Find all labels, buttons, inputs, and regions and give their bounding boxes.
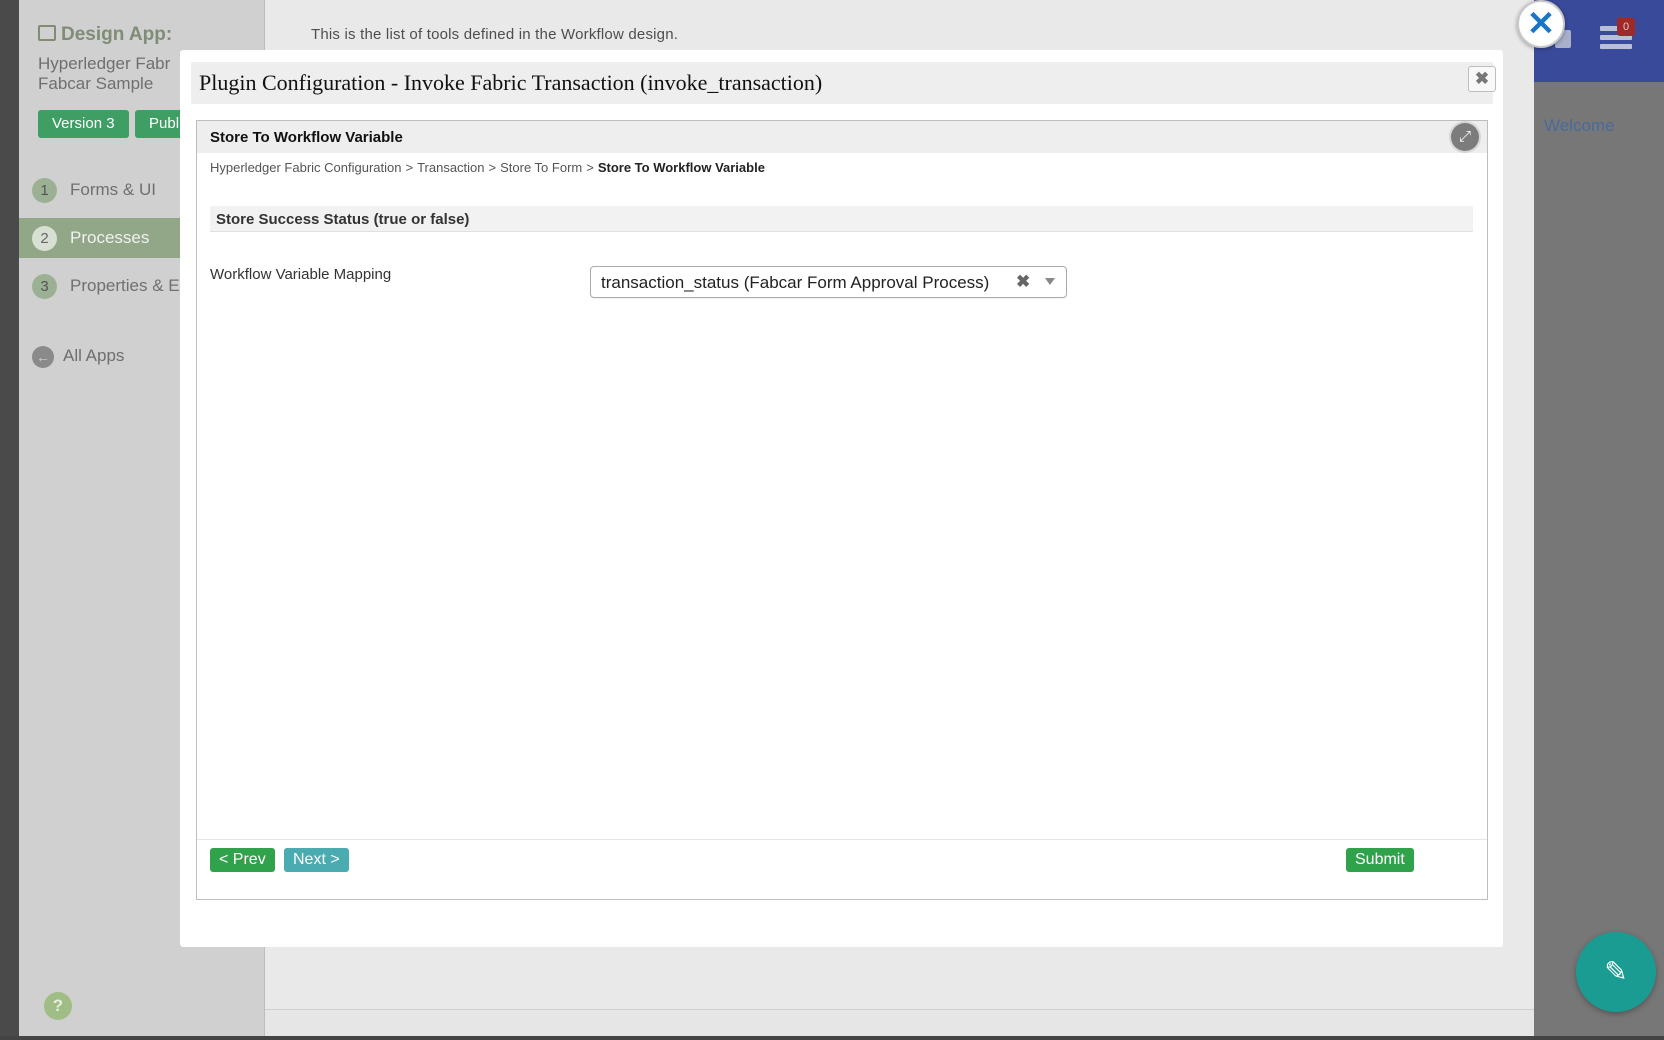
all-apps-link[interactable]: ← All Apps	[32, 344, 124, 368]
footer-divider	[197, 839, 1487, 840]
modal-header: Plugin Configuration - Invoke Fabric Tra…	[191, 62, 1496, 104]
intro-text: This is the list of tools defined in the…	[311, 26, 679, 43]
breadcrumb-item[interactable]: Transaction	[417, 160, 484, 175]
notification-badge: 0	[1617, 18, 1635, 36]
config-panel: Store To Workflow Variable ⤢ Hyperledger…	[196, 120, 1488, 900]
workflow-variable-mapping-label: Workflow Variable Mapping	[210, 266, 392, 283]
next-button[interactable]: Next >	[284, 848, 349, 872]
panel-header: Store To Workflow Variable ⤢	[197, 121, 1487, 153]
workflow-variable-select[interactable]: transaction_status (Fabcar Form Approval…	[590, 266, 1067, 298]
published-badge[interactable]: Publ	[135, 110, 186, 138]
section-header: Store Success Status (true or false)	[210, 206, 1473, 232]
help-icon[interactable]: ?	[44, 992, 72, 1020]
edit-square-icon	[38, 25, 56, 41]
bottom-edge	[0, 1036, 1664, 1040]
plugin-config-modal: Plugin Configuration - Invoke Fabric Tra…	[180, 50, 1503, 947]
close-icon[interactable]: ✕	[1517, 0, 1565, 48]
breadcrumb: Hyperledger Fabric Configuration > Transac…	[210, 160, 765, 175]
select-value: transaction_status (Fabcar Form Approval…	[601, 273, 990, 292]
sidebar-item-label: Forms & UI	[70, 180, 156, 199]
pencil-icon[interactable]: ✎	[1576, 932, 1656, 1012]
welcome-link[interactable]: Welcome	[1544, 116, 1615, 136]
sidebar-item-label: Processes	[70, 228, 150, 247]
left-edge	[0, 0, 19, 1040]
arrow-left-circle-icon: ←	[32, 346, 54, 368]
submit-button[interactable]: Submit	[1346, 848, 1414, 872]
clear-icon[interactable]: ✖	[1016, 272, 1030, 292]
breadcrumb-item[interactable]: Store To Form	[500, 160, 582, 175]
sidebar-item-label: Properties & E	[70, 276, 180, 295]
app-name: Hyperledger Fabr Fabcar Sample	[38, 54, 171, 93]
version-badge[interactable]: Version 3	[38, 110, 129, 138]
panel-title: Store To Workflow Variable	[210, 129, 403, 146]
design-app-title: Design App:	[38, 24, 172, 46]
modal-close-icon[interactable]: ✖	[1468, 66, 1496, 92]
modal-title: Plugin Configuration - Invoke Fabric Tra…	[199, 70, 823, 95]
breadcrumb-current: Store To Workflow Variable	[597, 160, 765, 175]
chevron-down-icon[interactable]	[1045, 278, 1055, 285]
right-edge	[1534, 82, 1664, 1040]
expand-icon[interactable]: ⤢	[1451, 123, 1479, 151]
prev-button[interactable]: < Prev	[210, 848, 275, 872]
breadcrumb-item[interactable]: Hyperledger Fabric Configuration	[210, 160, 401, 175]
section-title: Store Success Status (true or false)	[216, 211, 470, 228]
